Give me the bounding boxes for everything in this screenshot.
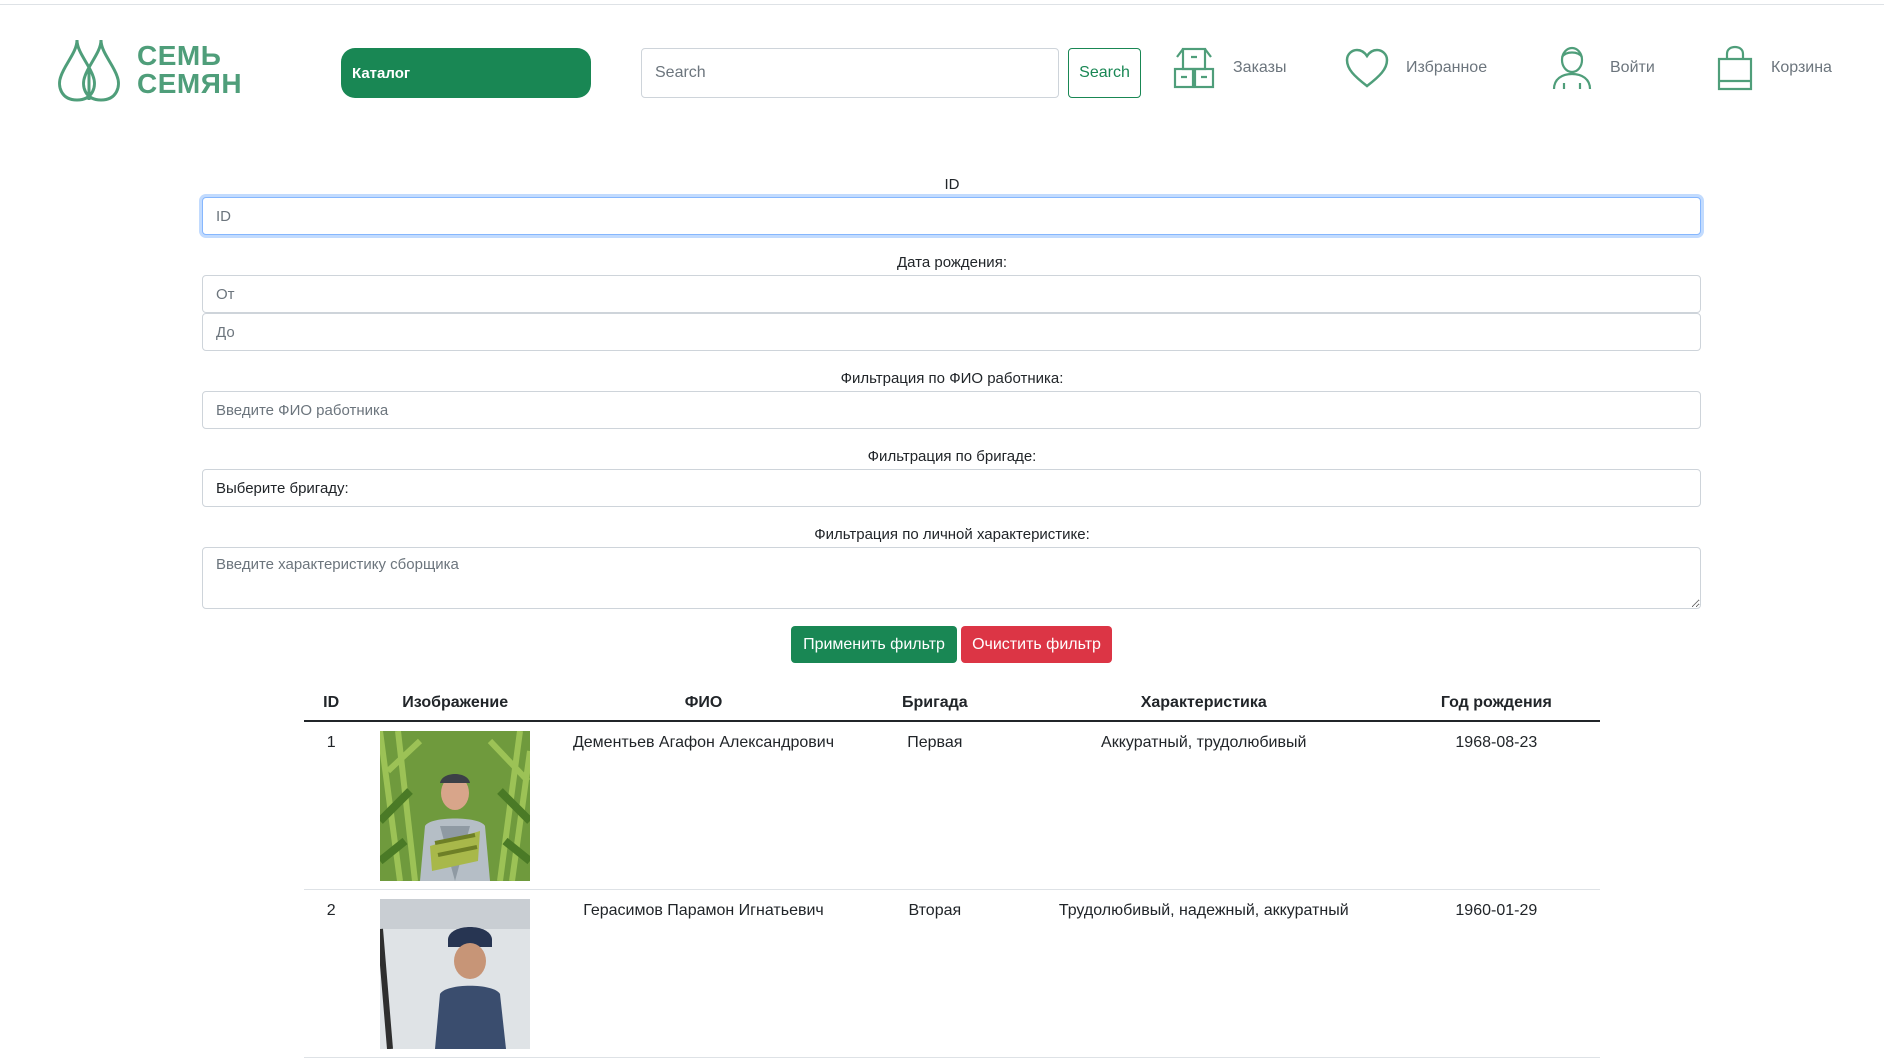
search-input[interactable]: [641, 48, 1059, 98]
nav-cart-label: Корзина: [1771, 59, 1832, 76]
fio-filter-label: Фильтрация по ФИО работника:: [840, 370, 1064, 387]
seed-logo-icon: [58, 39, 120, 102]
cell-brigade: Вторая: [854, 889, 1015, 1058]
logo-line-2: СЕМЯН: [137, 68, 243, 99]
cell-id: 2: [304, 889, 359, 1058]
nav-favorites[interactable]: Избранное: [1344, 42, 1487, 94]
cell-birth: 1968-08-23: [1392, 721, 1600, 890]
col-header-fio: ФИО: [552, 686, 855, 722]
id-label: ID: [944, 176, 960, 193]
catalog-button[interactable]: Каталог: [341, 48, 591, 98]
trait-filter-label: Фильтрация по личной характеристике:: [814, 526, 1090, 543]
col-header-id: ID: [304, 686, 359, 722]
nav-login[interactable]: Войти: [1550, 42, 1655, 94]
birth-to-input[interactable]: [202, 313, 1701, 351]
brigade-filter-label: Фильтрация по бригаде:: [867, 448, 1037, 465]
trait-filter-textarea[interactable]: [202, 547, 1701, 609]
user-icon: [1552, 46, 1592, 90]
col-header-trait: Характеристика: [1014, 686, 1393, 722]
table-header-row: ID Изображение ФИО Бригада Характеристик…: [304, 686, 1600, 722]
nav-favorites-label: Избранное: [1406, 59, 1488, 76]
shopping-bag-icon: [1717, 45, 1753, 91]
col-header-birth: Год рождения: [1392, 686, 1600, 722]
table-row: 2 Герасимов Парамон Игнатьевич Вторая Тр…: [304, 889, 1600, 1058]
clear-filter-button[interactable]: Очистить фильтр: [961, 626, 1112, 663]
cell-trait: Аккуратный, трудолюбивый: [1014, 721, 1393, 890]
cell-birth: 1960-01-29: [1392, 889, 1600, 1058]
search-button[interactable]: Search: [1068, 48, 1141, 98]
id-input[interactable]: [202, 197, 1701, 235]
cell-id: 1: [304, 721, 359, 890]
cell-trait: Трудолюбивый, надежный, аккуратный: [1014, 889, 1393, 1058]
cell-fio: Дементьев Агафон Александрович: [552, 721, 855, 890]
col-header-image: Изображение: [358, 686, 553, 722]
birth-from-input[interactable]: [202, 275, 1701, 313]
boxes-icon: [1173, 47, 1215, 89]
fio-filter-input[interactable]: [202, 391, 1701, 429]
brigade-select[interactable]: Выберите бригаду:: [202, 469, 1701, 507]
table-row: 1 Дементьев Агафон Александрович Первая …: [304, 721, 1600, 890]
nav-orders[interactable]: Заказы: [1173, 42, 1286, 94]
cell-fio: Герасимов Парамон Игнатьевич: [552, 889, 855, 1058]
worker-photo: [380, 731, 531, 881]
cell-brigade: Первая: [854, 721, 1015, 890]
workers-table: ID Изображение ФИО Бригада Характеристик…: [304, 686, 1600, 1058]
nav-login-label: Войти: [1610, 59, 1655, 76]
nav-cart[interactable]: Корзина: [1715, 42, 1832, 94]
logo[interactable]: СЕМЬ СЕМЯН: [55, 38, 245, 102]
birth-date-label: Дата рождения:: [897, 254, 1007, 271]
col-header-brigade: Бригада: [854, 686, 1015, 722]
nav-orders-label: Заказы: [1233, 59, 1287, 76]
top-divider: [0, 4, 1884, 5]
brigade-select-value: Выберите бригаду:: [216, 479, 349, 497]
logo-line-1: СЕМЬ: [137, 40, 222, 71]
worker-photo: [380, 899, 531, 1049]
heart-icon: [1345, 48, 1389, 88]
apply-filter-button[interactable]: Применить фильтр: [791, 626, 957, 663]
